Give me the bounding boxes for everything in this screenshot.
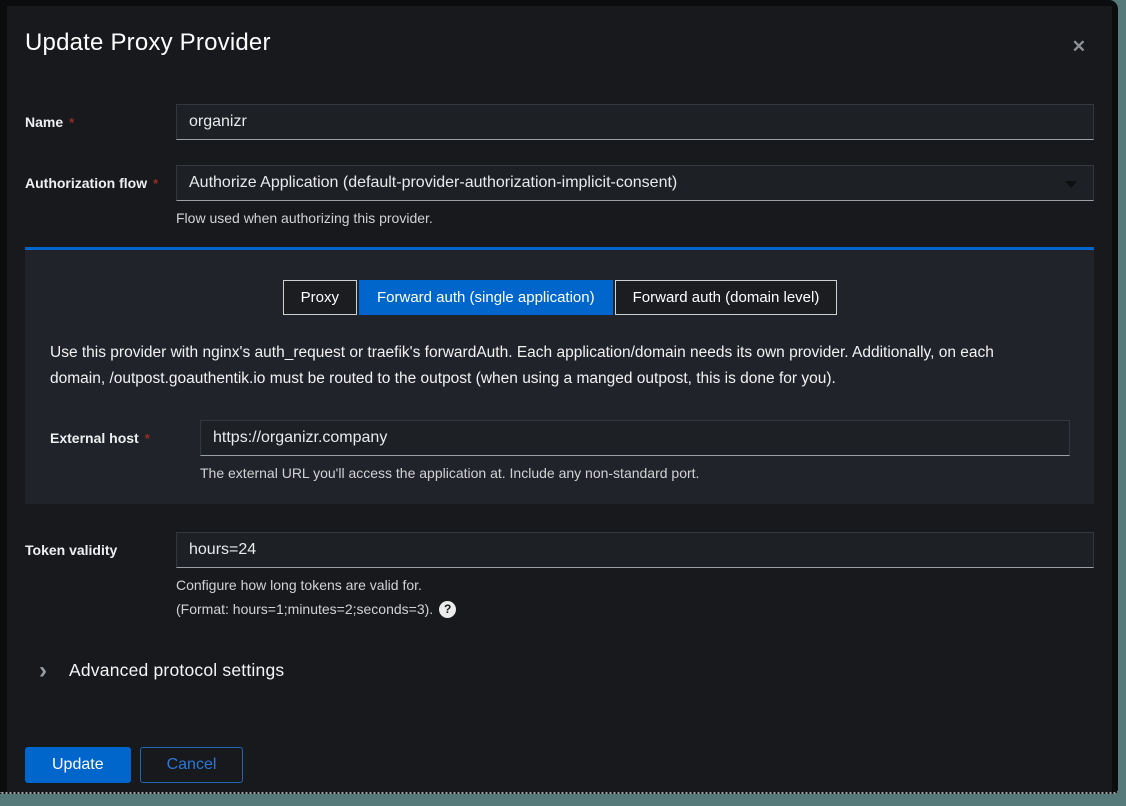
authorization-flow-selected-value: Authorize Application (default-provider-… — [189, 174, 677, 191]
modal-footer: Update Cancel — [25, 747, 1094, 783]
forward-auth-description: Use this provider with nginx's auth_requ… — [50, 340, 1050, 392]
token-validity-help: Configure how long tokens are valid for. — [176, 576, 1094, 594]
name-input[interactable] — [176, 104, 1094, 140]
update-proxy-provider-modal: Update Proxy Provider ✕ Name* Authorizat… — [7, 6, 1112, 792]
name-field-row: Name* — [25, 104, 1094, 141]
required-marker: * — [153, 176, 158, 191]
window-frame: Update Proxy Provider ✕ Name* Authorizat… — [0, 0, 1118, 794]
cancel-button[interactable]: Cancel — [140, 747, 244, 783]
tab-proxy[interactable]: Proxy — [283, 280, 357, 315]
proxy-mode-card: Proxy Forward auth (single application) … — [25, 247, 1094, 504]
question-circle-icon[interactable]: ? — [439, 601, 456, 618]
tab-forward-auth-single-application[interactable]: Forward auth (single application) — [359, 280, 613, 315]
close-icon[interactable]: ✕ — [1068, 36, 1090, 57]
modal-header: Update Proxy Provider ✕ — [25, 28, 1094, 58]
required-marker: * — [145, 431, 150, 446]
external-host-input[interactable] — [200, 420, 1070, 456]
name-label: Name* — [25, 104, 176, 141]
authorization-flow-select[interactable]: Authorize Application (default-provider-… — [176, 165, 1094, 201]
proxy-mode-tabs: Proxy Forward auth (single application) … — [50, 280, 1070, 315]
token-validity-label: Token validity — [25, 532, 176, 568]
token-validity-input[interactable] — [176, 532, 1094, 568]
token-validity-row: Token validity Configure how long tokens… — [25, 532, 1094, 618]
authorization-flow-help: Flow used when authorizing this provider… — [176, 209, 1094, 227]
chevron-right-icon: › — [39, 661, 47, 681]
authorization-flow-label: Authorization flow* — [25, 165, 176, 202]
token-validity-format-help: (Format: hours=1;minutes=2;seconds=3). ? — [176, 600, 1094, 618]
advanced-protocol-settings-expander[interactable]: › Advanced protocol settings — [25, 660, 1094, 681]
chevron-down-icon — [1065, 181, 1077, 188]
tab-forward-auth-domain-level[interactable]: Forward auth (domain level) — [615, 280, 838, 315]
advanced-protocol-settings-label: Advanced protocol settings — [69, 660, 284, 681]
update-button[interactable]: Update — [25, 747, 131, 783]
required-marker: * — [69, 115, 74, 130]
external-host-label: External host* — [50, 420, 200, 457]
external-host-row: External host* The external URL you'll a… — [50, 420, 1070, 482]
page-title: Update Proxy Provider — [25, 28, 271, 58]
authorization-flow-row: Authorization flow* Authorize Applicatio… — [25, 165, 1094, 227]
external-host-help: The external URL you'll access the appli… — [200, 464, 1070, 482]
